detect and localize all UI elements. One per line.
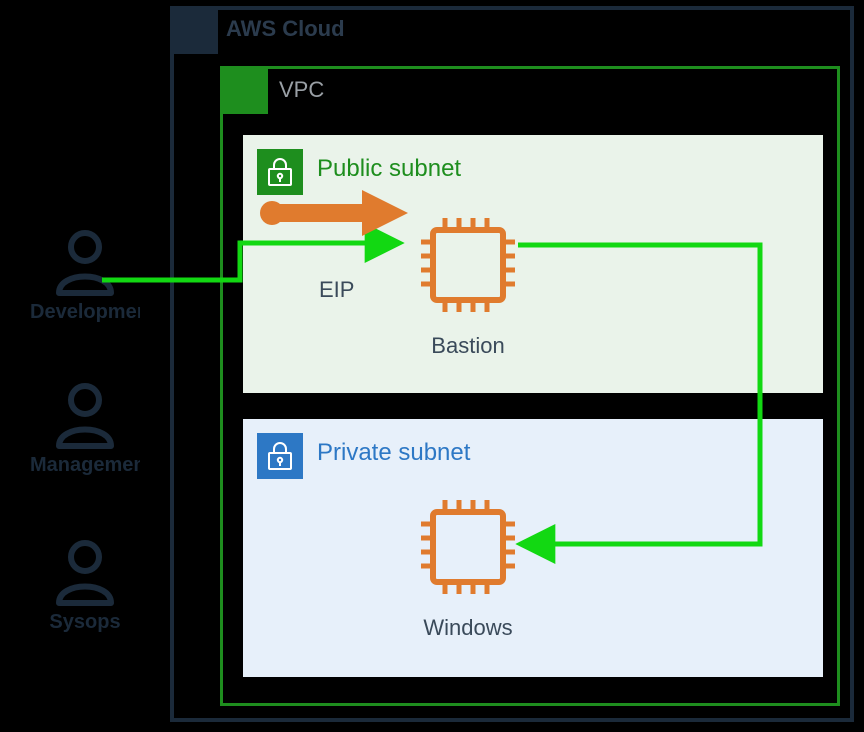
user-label: Management [30,454,140,477]
public-subnet-title: Public subnet [317,155,461,183]
users-column: Development Management Sysops [0,0,170,732]
user-label: Sysops [30,611,140,634]
windows-instance: Windows [413,497,523,597]
eip-label: EIP [319,277,354,303]
vpc-title: VPC [279,77,324,103]
private-subnet: Private subnet Windows [243,419,823,677]
instance-label: Windows [423,615,512,641]
user-development: Development [30,225,140,324]
instance-label: Bastion [431,333,504,359]
user-sysops: Sysops [30,535,140,634]
private-subnet-title: Private subnet [317,439,470,467]
bastion-instance: Bastion [413,215,523,315]
lock-icon [257,433,303,479]
vpc-frame: VPC Public subnet [220,66,840,706]
user-icon [30,378,140,450]
public-subnet: Public subnet Bastion EIP [243,135,823,393]
user-icon [30,535,140,607]
aws-cloud-title: AWS Cloud [226,16,345,42]
vpc-icon [220,66,268,114]
aws-cloud-icon [170,6,218,54]
user-management: Management [30,378,140,477]
user-label: Development [30,301,140,324]
user-icon [30,225,140,297]
aws-cloud-frame: AWS Cloud VPC Public subnet [170,6,854,722]
lock-icon [257,149,303,195]
